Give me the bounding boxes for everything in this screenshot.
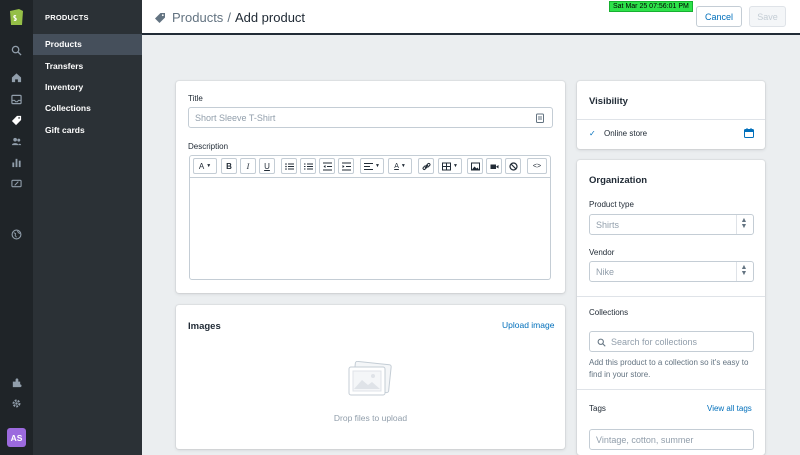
organization-divider — [577, 296, 765, 297]
upload-image-link[interactable]: Upload image — [502, 320, 554, 330]
bold-button[interactable]: B — [221, 158, 237, 174]
product-details-card: Title Short Sleeve T-Shirt Description A… — [176, 81, 565, 293]
description-editor[interactable] — [189, 177, 551, 280]
subnav-item-gift-cards[interactable]: Gift cards — [33, 120, 142, 141]
page-title: Add product — [234, 10, 306, 25]
shopify-logo-icon[interactable] — [8, 7, 25, 26]
home-icon[interactable] — [0, 68, 33, 86]
collections-divider — [577, 389, 765, 390]
breadcrumb-separator: / — [227, 10, 231, 25]
vendor-placeholder: Nike — [596, 267, 615, 277]
underline-button[interactable]: U — [259, 158, 275, 174]
description-label: Description — [188, 142, 229, 151]
image-icon[interactable] — [467, 158, 483, 174]
link-icon[interactable] — [418, 158, 434, 174]
search-icon — [597, 338, 606, 347]
apps-icon[interactable] — [0, 373, 33, 391]
icon-rail: AS — [0, 0, 33, 455]
images-card: Images Upload image Drop files to upload — [176, 305, 565, 449]
subnav-item-collections[interactable]: Collections — [33, 98, 142, 119]
video-icon[interactable] — [486, 158, 502, 174]
clock-overlay: Sat Mar 25 07:56:01 PM — [609, 1, 693, 12]
tag-icon — [155, 12, 165, 23]
chevron-updown-icon: ▲ ▼ — [740, 264, 748, 277]
tags-input[interactable]: Vintage, cotton, summer — [589, 429, 754, 450]
title-label: Title — [188, 94, 203, 103]
online-store-icon[interactable] — [0, 225, 33, 243]
clear-formatting-icon[interactable] — [505, 158, 521, 174]
subnav-item-transfers[interactable]: Transfers — [33, 56, 142, 77]
image-placeholder-icon — [348, 361, 392, 396]
online-store-label: Online store — [604, 129, 648, 138]
collections-placeholder: Search for collections — [611, 337, 698, 347]
breadcrumb: Products / Add product — [154, 10, 305, 25]
checkmark-icon[interactable]: ✓ — [589, 129, 596, 138]
chevron-updown-icon: ▲ ▼ — [740, 217, 748, 230]
text-color-dropdown[interactable]: A ▼ — [388, 158, 412, 174]
products-icon[interactable] — [0, 111, 33, 129]
visibility-divider — [577, 119, 765, 120]
product-type-placeholder: Shirts — [596, 220, 620, 230]
analytics-icon[interactable] — [0, 153, 33, 171]
rich-text-toolbar: A ▼ B I U ▼ A ▼ ▼ <> — [189, 155, 551, 177]
visibility-card: Visibility ✓ Online store — [577, 81, 765, 149]
settings-icon[interactable] — [0, 394, 33, 412]
visibility-title: Visibility — [589, 96, 628, 107]
avatar[interactable]: AS — [7, 428, 26, 447]
collections-help-text: Add this product to a collection so it's… — [589, 358, 749, 379]
clipboard-icon[interactable] — [536, 113, 544, 123]
organization-title: Organization — [589, 175, 648, 186]
title-placeholder: Short Sleeve T-Shirt — [195, 113, 276, 123]
vendor-label: Vendor — [589, 248, 615, 257]
collections-label: Collections — [589, 308, 629, 317]
discounts-icon[interactable] — [0, 174, 33, 192]
view-all-tags-link[interactable]: View all tags — [707, 404, 752, 413]
vendor-select[interactable]: Nike ▲ ▼ — [589, 261, 754, 282]
customers-icon[interactable] — [0, 132, 33, 150]
product-type-label: Product type — [589, 200, 634, 209]
font-dropdown[interactable]: A ▼ — [193, 158, 217, 174]
cancel-button[interactable]: Cancel — [696, 6, 742, 27]
images-title: Images — [188, 321, 221, 332]
search-icon[interactable] — [0, 41, 33, 59]
subnav-item-products[interactable]: Products — [33, 34, 142, 55]
organization-card: Organization Product type Shirts ▲ ▼ Vend… — [577, 160, 765, 455]
indent-button[interactable] — [338, 158, 354, 174]
breadcrumb-products-link[interactable]: Products — [172, 10, 223, 25]
bullet-list-button[interactable] — [281, 158, 297, 174]
align-dropdown[interactable]: ▼ — [360, 158, 384, 174]
numbered-list-button[interactable] — [300, 158, 316, 174]
tags-label: Tags — [589, 404, 606, 413]
tags-placeholder: Vintage, cotton, summer — [596, 435, 694, 445]
calendar-icon[interactable] — [744, 128, 754, 138]
html-code-button[interactable]: <> — [527, 158, 547, 174]
subnav-item-inventory[interactable]: Inventory — [33, 77, 142, 98]
subnav-header: PRODUCTS — [45, 13, 89, 22]
collections-search-input[interactable]: Search for collections — [589, 331, 754, 352]
save-button[interactable]: Save — [749, 6, 786, 27]
product-type-select[interactable]: Shirts ▲ ▼ — [589, 214, 754, 235]
drop-files-text: Drop files to upload — [333, 413, 408, 423]
outdent-button[interactable] — [319, 158, 335, 174]
italic-button[interactable]: I — [240, 158, 256, 174]
products-subnav: PRODUCTS Products Transfers Inventory Co… — [33, 0, 142, 455]
table-dropdown[interactable]: ▼ — [438, 158, 462, 174]
title-input[interactable]: Short Sleeve T-Shirt — [188, 107, 553, 128]
orders-icon[interactable] — [0, 90, 33, 108]
top-bar: Products / Add product Sat Mar 25 07:56:… — [142, 0, 800, 35]
